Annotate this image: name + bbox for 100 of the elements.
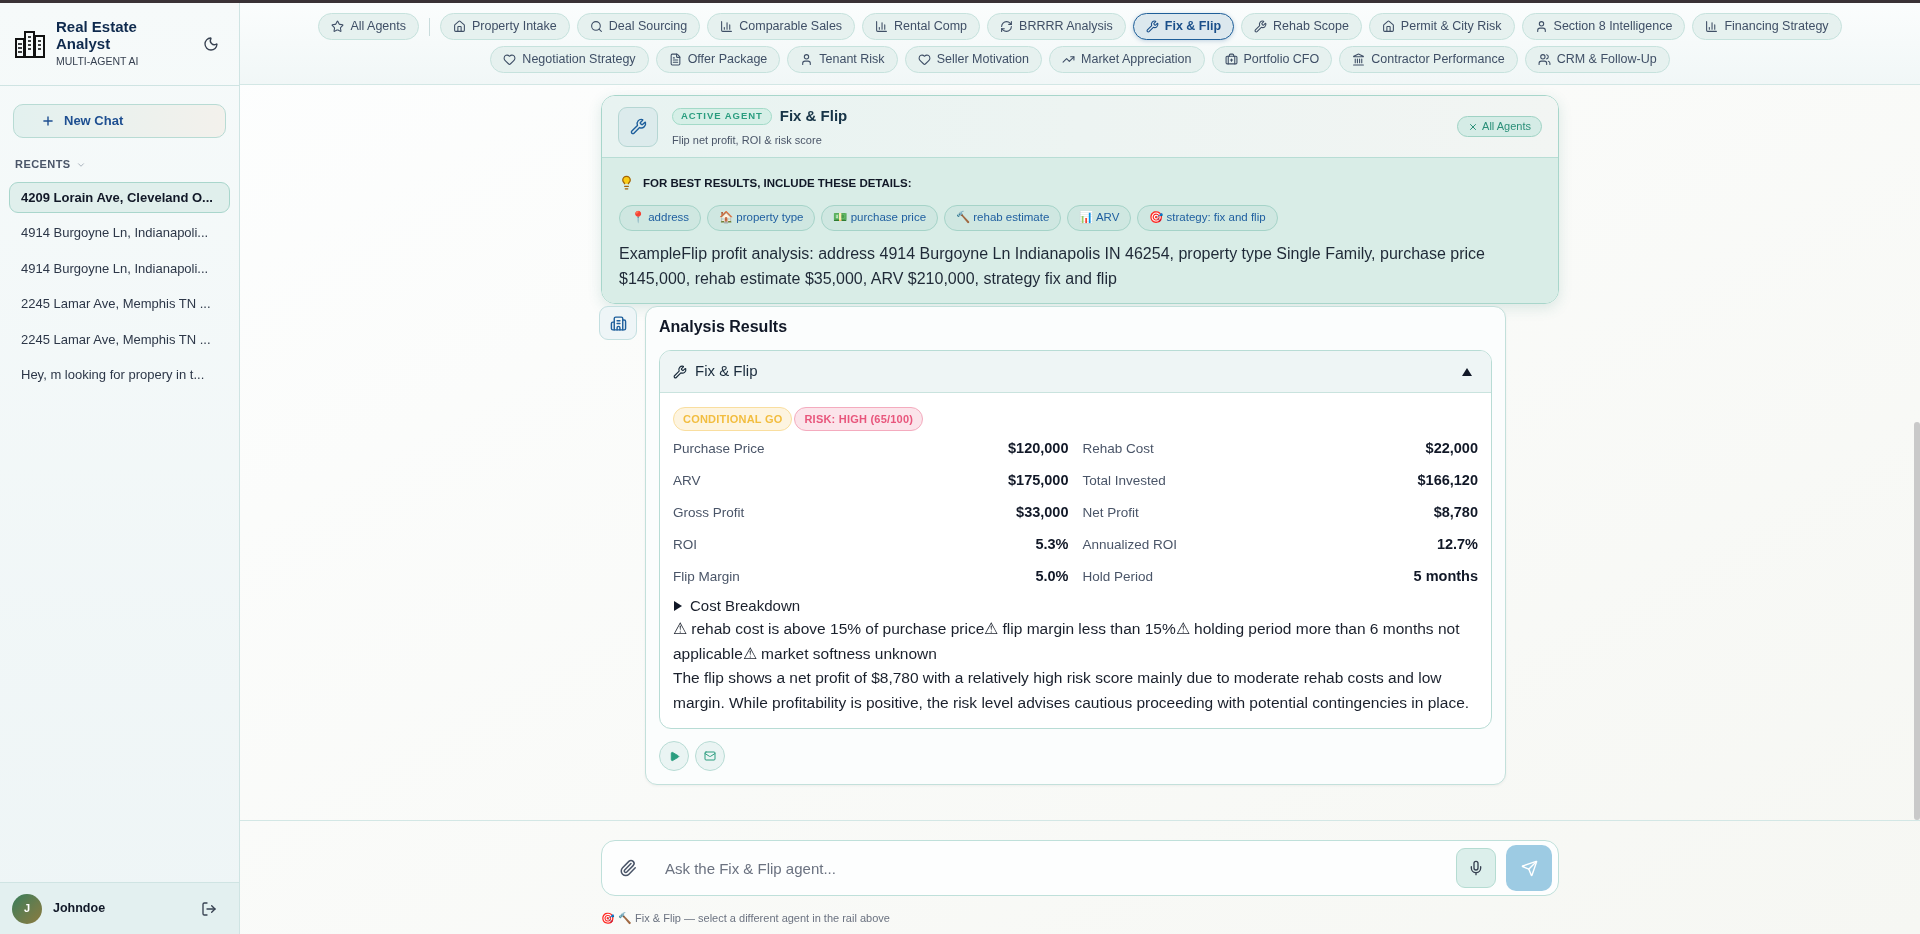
house-icon [1381, 20, 1395, 33]
metric-value: $175,000 [1008, 471, 1069, 491]
tips-heading: FOR BEST RESULTS, INCLUDE THESE DETAILS: [643, 175, 912, 190]
recent-chat-item[interactable]: 4914 Burgoyne Ln, Indianapoli... [9, 217, 230, 249]
metric-label: Purchase Price [673, 439, 765, 458]
paperclip-icon[interactable] [619, 859, 637, 877]
agent-tab[interactable]: Contractor Performance [1339, 46, 1518, 73]
metric-label: Flip Margin [673, 567, 740, 586]
lightbulb-icon [619, 175, 634, 190]
recent-chat-item[interactable]: Hey, m looking for propery in t... [9, 359, 230, 391]
trending-up-icon [1062, 53, 1076, 66]
logout-icon[interactable] [201, 900, 217, 917]
new-chat-button[interactable]: New Chat [13, 104, 226, 138]
message-input[interactable]: Ask the Fix & Flip agent... [665, 848, 1456, 888]
mail-icon [704, 750, 716, 762]
bar-chart-icon [875, 20, 889, 33]
agent-tab[interactable]: Comparable Sales [707, 13, 856, 40]
agent-tab[interactable]: Fix & Flip [1132, 13, 1235, 40]
detail-chip[interactable]: 🏠 property type [707, 205, 816, 231]
agent-tab[interactable]: Offer Package [655, 46, 781, 73]
user-avatar: J [12, 893, 42, 924]
metric-label: Total Invested [1082, 471, 1166, 490]
metric-label: Rehab Cost [1082, 439, 1154, 458]
mail-button[interactable] [695, 741, 725, 771]
agent-tab[interactable]: Section 8 Intelligence [1521, 13, 1686, 40]
recent-chat-item[interactable]: 2245 Lamar Ave, Memphis TN ... [9, 324, 230, 355]
agent-tab[interactable]: Portfolio CFO [1211, 46, 1333, 73]
detail-chip[interactable]: 🔨 rehab estimate [944, 205, 1062, 231]
agent-description: Flip net profit, ROI & risk score [672, 132, 823, 148]
metric-label: ROI [673, 535, 697, 554]
user-icon [1534, 20, 1548, 33]
status-badge: RISK: HIGH (65/100) [794, 407, 924, 431]
app-subtitle: MULTI-AGENT AI [56, 54, 140, 70]
metric-value: 5.3% [1035, 535, 1069, 555]
recent-chat-item[interactable]: 2245 Lamar Ave, Memphis TN ... [9, 288, 230, 320]
agent-tab[interactable]: Negotiation Strategy [490, 46, 649, 73]
metric-value: $22,000 [1425, 439, 1478, 459]
buildings-logo-icon [15, 30, 45, 58]
agent-tab[interactable]: Permit & City Risk [1368, 13, 1515, 40]
detail-chip[interactable]: 💵 purchase price [821, 205, 939, 231]
metric-value: 5.0% [1035, 567, 1069, 587]
panel-header[interactable]: Fix & Flip [660, 351, 1491, 393]
app-title: Real Estate Analyst [56, 18, 138, 53]
metric-value: $166,120 [1417, 471, 1478, 491]
status-badge: CONDITIONAL GO [673, 407, 793, 431]
agent-tab[interactable]: Rental Comp [862, 13, 981, 40]
agent-tab[interactable]: Seller Motivation [904, 46, 1043, 73]
detail-chip[interactable]: 📍 address [619, 205, 702, 231]
agent-tab[interactable]: Deal Sourcing [576, 13, 701, 40]
scrollbar-thumb[interactable] [1914, 422, 1920, 820]
recents-label: RECENTS [15, 158, 71, 171]
agent-tab[interactable]: Rehab Scope [1241, 13, 1362, 40]
recent-chat-item[interactable]: 4914 Burgoyne Ln, Indianapoli... [9, 253, 230, 284]
user-name: Johndoe [53, 900, 106, 918]
detail-chip[interactable]: 📊 ARV [1067, 205, 1132, 231]
mic-button[interactable] [1456, 848, 1496, 888]
microphone-icon [1468, 860, 1484, 876]
agent-tab[interactable]: CRM & Follow-Up [1524, 46, 1670, 73]
search-icon [589, 20, 603, 33]
columned-building-icon [1352, 53, 1366, 66]
wrench-icon [1145, 20, 1159, 33]
bar-chart-icon [720, 20, 734, 33]
star-icon [331, 20, 345, 33]
metric-value: $8,780 [1433, 503, 1478, 523]
active-agent-badge: ACTIVE AGENT [672, 107, 772, 125]
metric-label: Net Profit [1082, 503, 1139, 522]
play-button[interactable] [659, 741, 689, 771]
dark-mode-moon-icon[interactable] [203, 36, 219, 52]
agent-tab[interactable]: All Agents [318, 13, 419, 40]
send-icon [1520, 859, 1538, 877]
analysis-summary: The flip shows a net profit of $8,780 with a relatively high risk score mainly due to moderate rehab costs and low margin. While profitability is positive, the risk level advises cautious proceeding with potential contingencies in place. [673, 668, 1471, 713]
agent-tab[interactable]: Property Intake [439, 13, 570, 40]
agent-tab[interactable]: BRRRR Analysis [987, 13, 1126, 40]
briefcase-icon [1224, 53, 1238, 66]
heart-icon [917, 53, 931, 66]
heart-icon [503, 53, 517, 66]
wrench-icon [673, 364, 687, 379]
recent-chat-item[interactable]: 4209 Lorain Ave, Cleveland O... [9, 182, 230, 213]
metric-label: Hold Period [1082, 567, 1154, 586]
agent-tab[interactable]: Market Appreciation [1049, 46, 1205, 73]
metric-label: Annualized ROI [1082, 535, 1178, 554]
building-avatar-icon [599, 306, 637, 340]
message-field[interactable]: Ask the Fix & Flip agent... [601, 840, 1559, 896]
user-icon [800, 53, 814, 66]
example-prompt[interactable]: ExampleFlip profit analysis: address 4914 Burgoyne Ln Indianapolis IN 46254, property type Single Family, purchase price $145,000, rehab estimate $35,000, ARV $210,000, strategy fix and flip [619, 241, 1541, 291]
agent-hint: 🎯 🔨 Fix & Flip — select a different agent in the rail above [601, 912, 890, 924]
cost-breakdown-toggle[interactable]: Cost Breakdown [673, 595, 801, 617]
risk-warnings: ⚠ rehab cost is above 15% of purchase price⚠ flip margin less than 15%⚠ holding period more than 6 months not applicable⚠ market softness unknown [673, 619, 1461, 664]
send-button[interactable] [1506, 845, 1552, 891]
detail-chip[interactable]: 🎯 strategy: fix and flip [1137, 205, 1278, 231]
metric-value: 12.7% [1436, 535, 1478, 555]
document-icon [668, 53, 682, 66]
agent-tab[interactable]: Tenant Risk [787, 46, 898, 73]
bar-chart-icon [1705, 20, 1719, 33]
plus-icon [41, 114, 55, 128]
wrench-icon [618, 106, 658, 147]
metric-value: $33,000 [1016, 503, 1069, 523]
agent-tab[interactable]: Financing Strategy [1692, 13, 1842, 40]
play-icon [668, 750, 680, 762]
refresh-icon [1000, 20, 1014, 33]
